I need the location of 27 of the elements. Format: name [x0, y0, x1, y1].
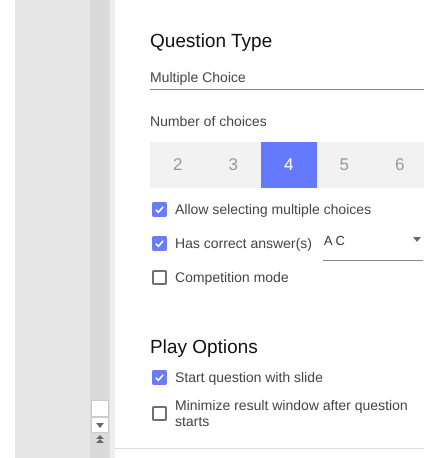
choice-count-button[interactable]: 6 [372, 142, 424, 188]
choice-count-button[interactable]: 3 [206, 142, 261, 188]
scroll-down-button[interactable] [91, 417, 109, 433]
option-label: Has correct answer(s) [175, 234, 312, 253]
question-type-dropdown[interactable]: Multiple Choice [150, 65, 424, 90]
answer-dropdown[interactable]: A C [322, 232, 423, 260]
check-icon [154, 238, 165, 249]
check-icon [154, 372, 165, 382]
choice-count-button[interactable]: 2 [150, 142, 206, 188]
checkbox[interactable] [152, 236, 167, 251]
caret-icon [412, 236, 421, 242]
option-label: Competition mode [175, 268, 289, 287]
choice-count-button[interactable]: 5 [316, 142, 372, 188]
checkbox[interactable] [152, 406, 167, 420]
checkbox[interactable] [152, 270, 167, 285]
choice-count-button[interactable]: 4 [261, 142, 316, 188]
caret-icon [96, 422, 104, 428]
check-icon [154, 204, 165, 215]
section-title: Play Options [150, 336, 259, 360]
option-label: Start question with slide [175, 369, 324, 385]
section-title: Question Type [150, 30, 274, 54]
checkbox[interactable] [152, 202, 167, 217]
checkbox[interactable] [152, 370, 167, 384]
double-up-arrow-icon[interactable] [96, 435, 104, 444]
field-label: Number of choices [150, 112, 268, 131]
option-label: Allow selecting multiple choices [175, 200, 372, 219]
option-label: Minimize result window after question starts [175, 397, 409, 429]
